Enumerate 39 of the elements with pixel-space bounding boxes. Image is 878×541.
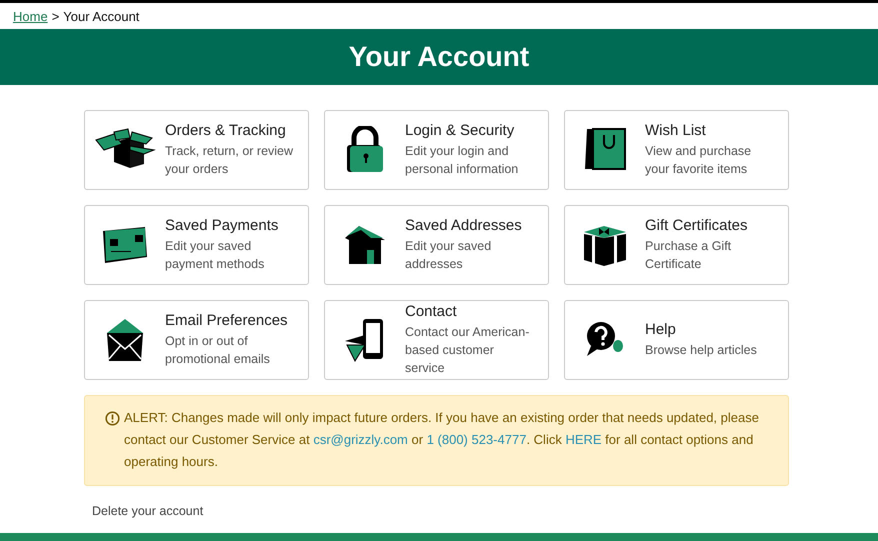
card-description: Track, return, or review your orders [165,143,294,178]
breadcrumb-current: Your Account [63,8,140,24]
account-card[interactable]: Login & Security Edit your login and personal information [324,110,549,190]
breadcrumb-separator: > [52,8,60,24]
shopping-bag-icon [583,127,627,173]
card-description: View and purchase your favorite items [645,143,752,178]
card-description: Edit your login and personal information [405,143,520,178]
card-description: Edit your saved payment methods [165,238,266,273]
alert-message: ALERT: Changes made will only impact future orders. If you have an existing order that needs updated, please contact our Customer Service at csr@grizzly.com or 1 (800) 523-4777. Click HERE for all contact options and operating hours. [124,409,760,471]
house-icon [343,224,387,266]
card-description: Browse help articles [645,342,758,359]
delete-account-link[interactable]: Delete your account [92,504,204,518]
alert-icon [105,411,120,426]
credit-card-icon [101,225,149,265]
card-title: Saved Addresses [405,217,523,234]
account-card[interactable]: Email Preferences Opt in or out of promotional emails [84,300,309,380]
envelope-icon [105,317,145,363]
account-card[interactable]: Gift Certificates Purchase a Gift Certificate [564,205,789,285]
padlock-icon [345,126,385,174]
home-link[interactable]: Home [13,8,48,24]
card-description: Opt in or out of promotional emails [165,333,271,368]
card-title: Orders & Tracking [165,122,287,139]
card-title: Email Preferences [165,312,289,329]
card-title: Login & Security [405,122,516,139]
card-title: Gift Certificates [645,217,749,234]
account-card[interactable]: Saved Payments Edit your saved payment methods [84,205,309,285]
card-title: Help [645,321,677,338]
page-title: Your Account [348,41,530,73]
account-card[interactable]: Orders & Tracking Track, return, or review your orders [84,110,309,190]
account-card[interactable]: Contact Contact our American-based customer service [324,300,549,380]
card-title: Contact [405,303,458,320]
account-card[interactable]: Wish List View and purchase your favorite items [564,110,789,190]
card-title: Wish List [645,122,707,139]
card-description: Contact our American-based customer service [405,324,530,377]
card-title: Saved Payments [165,217,280,234]
account-card[interactable]: Saved Addresses Edit your saved addresses [324,205,549,285]
card-description: Purchase a Gift Certificate [645,238,732,273]
card-description: Edit your saved addresses [405,238,492,273]
account-card[interactable]: Help Browse help articles [564,300,789,380]
